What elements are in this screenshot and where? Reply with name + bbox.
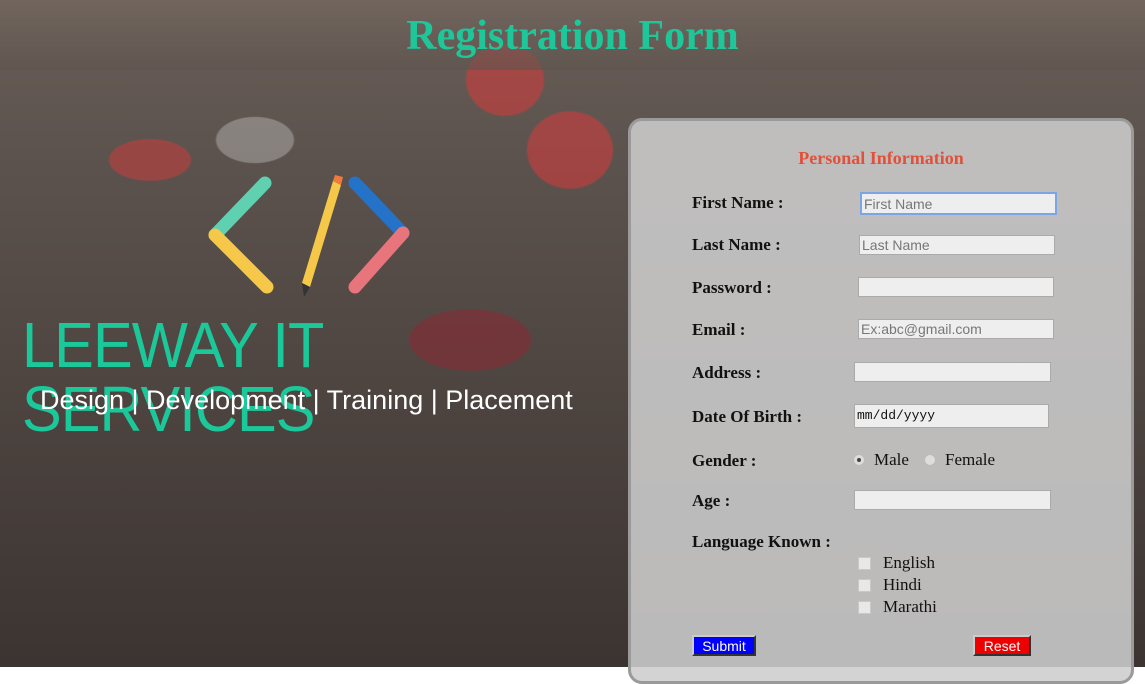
first-name-input[interactable] (860, 192, 1057, 215)
email-input[interactable] (858, 319, 1054, 339)
address-label: Address : (692, 363, 762, 382)
gender-male-option[interactable]: Male (853, 450, 909, 470)
password-label: Password : (692, 278, 772, 297)
registration-panel: Personal Information First Name : Last N… (628, 118, 1134, 684)
radio-unselected-icon[interactable] (924, 454, 936, 466)
age-label: Age : (692, 491, 731, 510)
first-name-label: First Name : (692, 193, 784, 212)
language-hindi-label: Hindi (883, 575, 922, 594)
submit-button[interactable]: Submit (692, 635, 756, 656)
language-english-label: English (883, 553, 935, 572)
address-input[interactable] (854, 362, 1051, 382)
section-title: Personal Information (798, 148, 964, 168)
gender-female-label: Female (945, 450, 996, 469)
company-tagline: Design | Development | Training | Placem… (40, 385, 573, 415)
radio-selected-icon[interactable] (853, 454, 865, 466)
page-title: Registration Form (406, 13, 739, 59)
email-label: Email : (692, 320, 746, 339)
gender-label: Gender : (692, 451, 757, 470)
language-marathi-option[interactable]: Marathi (858, 597, 937, 617)
language-marathi-label: Marathi (883, 597, 937, 616)
dob-label: Date Of Birth : (692, 407, 803, 426)
gender-male-label: Male (874, 450, 909, 469)
checkbox-icon[interactable] (858, 556, 871, 570)
language-label: Language Known : (692, 532, 831, 551)
gender-female-option[interactable]: Female (924, 450, 995, 470)
language-hindi-option[interactable]: Hindi (858, 575, 922, 595)
last-name-label: Last Name : (692, 235, 781, 254)
password-input[interactable] (858, 277, 1054, 297)
age-input[interactable] (854, 490, 1051, 510)
code-pencil-icon (208, 175, 410, 297)
company-logo: LEEWAY IT SERVICES Design | Development … (20, 175, 580, 441)
checkbox-icon[interactable] (858, 578, 871, 592)
checkbox-icon[interactable] (858, 600, 871, 614)
dob-input[interactable]: mm/dd/yyyy (854, 404, 1049, 428)
company-name: LEEWAY IT SERVICES (22, 309, 323, 445)
language-english-option[interactable]: English (858, 553, 935, 573)
reset-button[interactable]: Reset (973, 635, 1031, 656)
last-name-input[interactable] (859, 235, 1055, 255)
